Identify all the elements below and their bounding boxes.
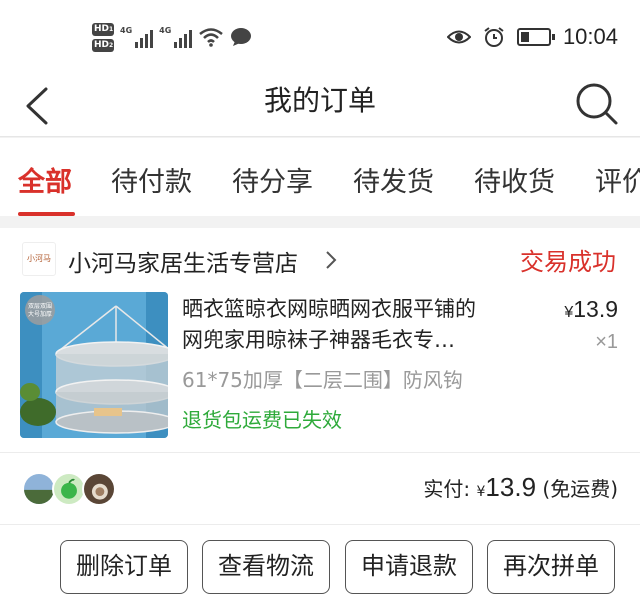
avatar	[82, 472, 116, 506]
tab-pending-shipment[interactable]: 待发货	[353, 160, 434, 199]
wifi-icon	[199, 28, 224, 47]
product-quantity: ×1	[595, 331, 618, 353]
product-name[interactable]: 晒衣篮晾衣网晾晒网衣服平铺的 网兜家用晾袜子神器毛衣专…	[182, 294, 532, 356]
status-bar-right: 10:04	[446, 22, 618, 52]
sim-indicators: HD1 HD2	[92, 22, 114, 52]
image-badge-text: 双层双围	[28, 303, 52, 310]
hd-badge-1: HD1	[92, 22, 114, 36]
search-icon[interactable]	[574, 81, 620, 127]
request-refund-button[interactable]: 申请退款	[345, 540, 473, 594]
product-thumbnail[interactable]: 双层双围 大号加厚	[20, 292, 168, 438]
tab-review[interactable]: 评价	[595, 160, 640, 199]
tab-pending-share[interactable]: 待分享	[232, 160, 313, 199]
tab-all[interactable]: 全部	[18, 160, 72, 199]
shop-logo: 小河马	[22, 242, 56, 276]
battery-icon	[516, 28, 555, 46]
order-card: 小河马 小河马家居生活专营店 交易成功 双层双围 大号加厚 晒衣篮晾衣网晾晒网衣…	[0, 228, 640, 615]
clock: 10:04	[562, 24, 618, 49]
signal-icon-1: 4G	[120, 26, 154, 48]
tab-pending-receipt[interactable]: 待收货	[474, 160, 555, 199]
chevron-right-icon	[326, 251, 337, 269]
divider	[0, 524, 640, 525]
shop-row[interactable]: 小河马 小河马家居生活专营店 交易成功	[0, 228, 640, 288]
eye-icon	[446, 30, 471, 44]
delete-order-button[interactable]: 删除订单	[60, 540, 188, 594]
page-title: 我的订单	[263, 84, 376, 117]
svg-text:大号加厚: 大号加厚	[28, 310, 52, 318]
chat-notification-icon	[231, 28, 252, 46]
divider	[0, 452, 640, 453]
tab-pending-payment[interactable]: 待付款	[111, 160, 192, 199]
active-tab-indicator	[18, 212, 75, 216]
nav-bar: 我的订单	[0, 75, 640, 137]
order-status: 交易成功	[520, 248, 616, 276]
group-avatars	[22, 472, 116, 506]
rebuy-button[interactable]: 再次拼单	[487, 540, 615, 594]
view-logistics-button[interactable]: 查看物流	[202, 540, 330, 594]
alarm-icon	[484, 27, 504, 47]
product-price: ¥13.9	[564, 296, 618, 322]
paid-amount: 实付: ¥13.9 (免运费)	[423, 472, 618, 502]
status-bar-left: HD1 HD2 4G 4G	[92, 18, 252, 56]
order-tabs: 全部 待付款 待分享 待发货 待收货 评价	[0, 138, 640, 216]
avatar	[22, 472, 56, 506]
avatar	[52, 472, 86, 506]
hd-badge-2: HD2	[92, 38, 114, 52]
refund-shipping-note: 退货包运费已失效	[182, 408, 342, 432]
shop-name[interactable]: 小河马家居生活专营店	[68, 244, 298, 278]
status-bar: HD1 HD2 4G 4G 10:04	[0, 0, 640, 75]
signal-icon-2: 4G	[159, 26, 193, 48]
product-sku: 61*75加厚【二层二围】防风钩	[182, 368, 463, 392]
